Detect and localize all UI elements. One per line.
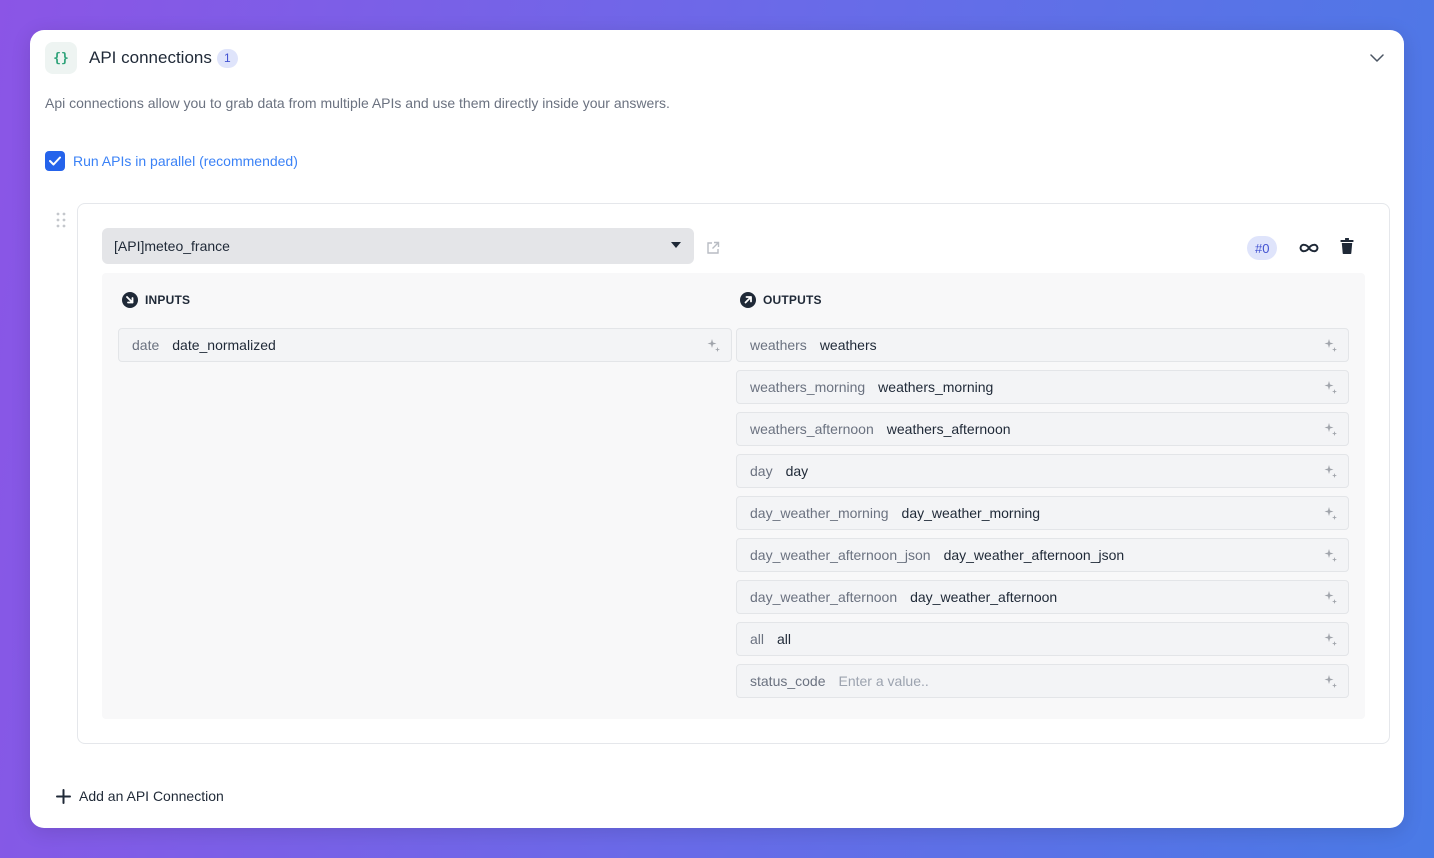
field-name: day_weather_afternoon <box>750 589 898 605</box>
caret-down-icon <box>671 242 681 248</box>
chevron-down-icon <box>1370 54 1384 62</box>
collapse-button[interactable] <box>1367 48 1387 68</box>
output-mapping-field[interactable]: weathers weathers <box>736 328 1349 362</box>
index-badge: #0 <box>1247 236 1278 260</box>
field-name: day_weather_morning <box>750 505 889 521</box>
field-value[interactable]: weathers_afternoon <box>887 421 1011 437</box>
output-mapping-field[interactable]: status_code Enter a value.. <box>736 664 1349 698</box>
field-name: day <box>750 463 773 479</box>
output-mapping-field[interactable]: day_weather_afternoon day_weather_afterno… <box>736 580 1349 614</box>
field-name: status_code <box>750 673 826 689</box>
arrow-up-right-circle-icon <box>740 292 756 308</box>
io-mapping-panel: INPUTS OUTPUTS date date_normalized weath… <box>102 273 1365 719</box>
output-mapping-field[interactable]: weathers_morning weathers_morning <box>736 370 1349 404</box>
arrow-down-right-circle-icon <box>122 292 138 308</box>
outputs-heading: OUTPUTS <box>740 292 822 308</box>
parallel-checkbox[interactable] <box>45 151 65 171</box>
panel-description: Api connections allow you to grab data f… <box>45 95 670 111</box>
outputs-label: OUTPUTS <box>763 293 822 307</box>
field-value[interactable]: day <box>786 463 809 479</box>
field-name: weathers_afternoon <box>750 421 874 437</box>
plus-icon <box>56 788 71 804</box>
field-name: day_weather_afternoon_json <box>750 547 931 563</box>
api-select-value: [API]meteo_france <box>114 238 230 254</box>
drag-handle-icon[interactable] <box>54 211 68 229</box>
field-name: all <box>750 631 765 647</box>
inputs-label: INPUTS <box>145 293 191 307</box>
magic-wand-icon[interactable] <box>1323 590 1338 605</box>
magic-wand-icon[interactable] <box>1323 380 1338 395</box>
field-value[interactable]: weathers <box>820 337 877 353</box>
field-value[interactable]: day_weather_afternoon <box>910 589 1057 605</box>
field-name: date <box>132 337 160 353</box>
infinity-icon[interactable] <box>1298 240 1320 256</box>
magic-wand-icon[interactable] <box>1323 464 1338 479</box>
magic-wand-icon[interactable] <box>1323 632 1338 647</box>
panel-header: {} API connections 1 <box>45 42 1389 74</box>
field-value[interactable]: weathers_morning <box>878 379 993 395</box>
api-connection-card: [API]meteo_france #0 INPUTS OUTPUTS date… <box>77 203 1390 744</box>
output-mapping-field[interactable]: day_weather_afternoon_json day_weather_af… <box>736 538 1349 572</box>
magic-wand-icon[interactable] <box>1323 506 1338 521</box>
panel-title: API connections <box>89 48 212 67</box>
outputs-list: weathers weathers weathers_morning weathers… <box>736 328 1349 698</box>
api-connections-panel: {} API connections 1 Api connections all… <box>30 30 1404 828</box>
input-mapping-field[interactable]: date date_normalized <box>118 328 732 362</box>
field-name: weathers <box>750 337 807 353</box>
trash-icon[interactable] <box>1340 238 1354 254</box>
braces-icon: {} <box>45 42 77 74</box>
external-link-icon[interactable] <box>706 241 720 255</box>
field-value[interactable]: date_normalized <box>172 337 276 353</box>
magic-wand-icon[interactable] <box>1323 338 1338 353</box>
output-mapping-field[interactable]: day day <box>736 454 1349 488</box>
parallel-toggle[interactable]: Run APIs in parallel (recommended) <box>45 151 298 171</box>
magic-wand-icon[interactable] <box>1323 422 1338 437</box>
magic-wand-icon[interactable] <box>1323 674 1338 689</box>
field-value[interactable]: day_weather_morning <box>902 505 1041 521</box>
add-api-connection-button[interactable]: Add an API Connection <box>56 788 224 804</box>
inputs-list: date date_normalized <box>118 328 732 362</box>
count-badge: 1 <box>216 48 238 68</box>
output-mapping-field[interactable]: all all <box>736 622 1349 656</box>
field-value[interactable]: day_weather_afternoon_json <box>944 547 1125 563</box>
output-mapping-field[interactable]: day_weather_morning day_weather_morning <box>736 496 1349 530</box>
parallel-label[interactable]: Run APIs in parallel (recommended) <box>73 153 298 169</box>
field-value[interactable]: all <box>777 631 791 647</box>
magic-wand-icon[interactable] <box>706 338 721 353</box>
field-value[interactable]: Enter a value.. <box>839 673 929 689</box>
output-mapping-field[interactable]: weathers_afternoon weathers_afternoon <box>736 412 1349 446</box>
add-api-connection-label: Add an API Connection <box>79 788 224 804</box>
api-select-dropdown[interactable]: [API]meteo_france <box>102 228 694 264</box>
inputs-heading: INPUTS <box>122 292 190 308</box>
field-name: weathers_morning <box>750 379 866 395</box>
magic-wand-icon[interactable] <box>1323 548 1338 563</box>
check-icon <box>49 156 61 166</box>
